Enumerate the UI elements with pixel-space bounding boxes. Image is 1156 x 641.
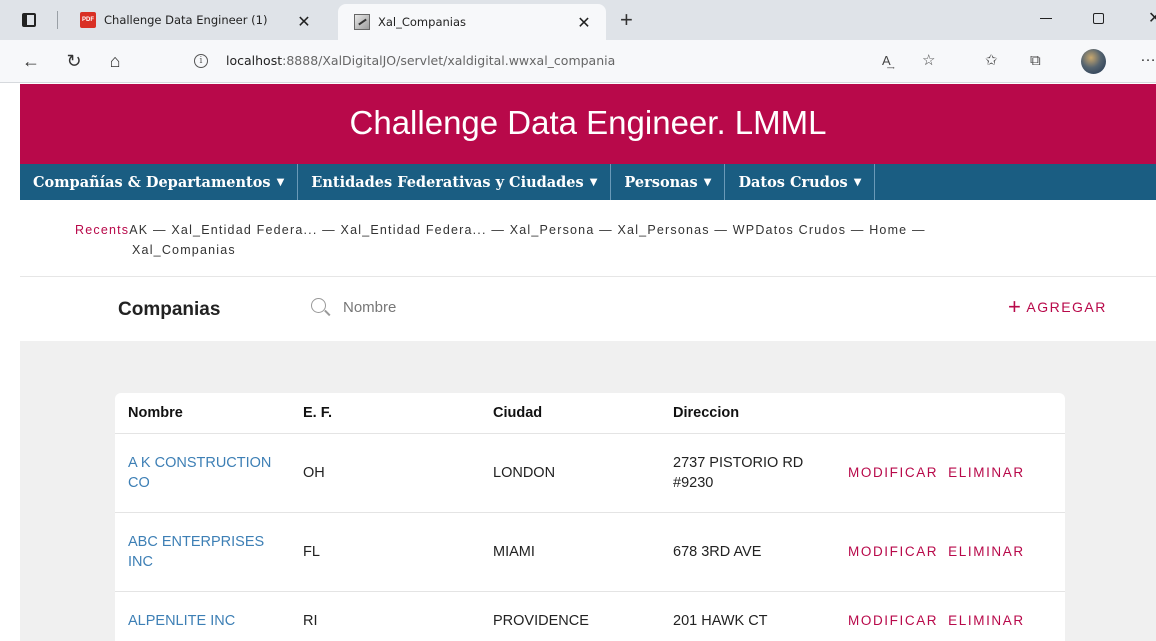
add-favorite-icon[interactable]: ☆ <box>922 52 935 70</box>
column-header-actions <box>835 393 1065 434</box>
close-window-icon[interactable]: ✕ <box>1148 8 1156 28</box>
tab-separator <box>57 11 58 29</box>
close-tab-icon[interactable]: ✕ <box>576 13 592 33</box>
cell-direccion: 201 HAWK CT <box>673 613 768 630</box>
companias-grid: Nombre E. F. Ciudad Direccion A K CONSTR… <box>115 393 1065 641</box>
app-title: Challenge Data Engineer. LMML <box>349 104 827 141</box>
search-icon <box>311 298 326 313</box>
reload-icon[interactable]: ↻ <box>63 50 85 72</box>
menu-companias-departamentos[interactable]: Compañías & Departamentos ▼ <box>20 164 299 200</box>
row-actions: MODIFICAR ELIMINAR <box>835 433 1065 513</box>
breadcrumb-trail[interactable]: AK — Xal_Entidad Federa... — Xal_Entidad… <box>129 223 925 237</box>
caret-down-icon: ▼ <box>853 176 862 188</box>
menu-item-label: Entidades Federativas y Ciudades <box>311 173 584 191</box>
collections-icon[interactable]: ⧉ <box>1030 52 1041 70</box>
list-toolbar: Companias + AGREGAR <box>20 277 1156 341</box>
minimize-window-icon[interactable] <box>1040 18 1052 19</box>
table-header-row: Nombre E. F. Ciudad Direccion <box>115 393 1065 434</box>
url-text[interactable]: localhost:8888/XalDigitalJO/servlet/xald… <box>226 53 615 68</box>
cell-ef: RI <box>303 613 318 630</box>
plus-icon: + <box>1008 294 1023 319</box>
cell-direccion: 678 3RD AVE <box>660 512 835 592</box>
url-field[interactable]: i localhost:8888/XalDigitalJO/servlet/xa… <box>140 46 960 77</box>
companias-table: Nombre E. F. Ciudad Direccion A K CONSTR… <box>115 393 1065 641</box>
restore-window-icon[interactable] <box>1093 13 1104 24</box>
browser-tab-active[interactable]: Xal_Companias ✕ <box>338 4 606 40</box>
read-aloud-icon[interactable]: A͢ <box>882 52 891 70</box>
modify-button[interactable]: MODIFICAR <box>848 465 938 480</box>
caret-down-icon: ▼ <box>703 176 712 188</box>
home-icon[interactable]: ⌂ <box>104 50 126 72</box>
row-actions: MODIFICAR ELIMINAR <box>835 512 1065 592</box>
pdf-icon: PDF <box>80 12 96 28</box>
delete-button[interactable]: ELIMINAR <box>948 613 1025 628</box>
browser-tab-pdf[interactable]: PDF Challenge Data Engineer (1) (1) ( ✕ <box>64 6 332 34</box>
menu-item-label: Compañías & Departamentos <box>33 173 271 191</box>
column-header-ciudad[interactable]: Ciudad <box>480 393 660 434</box>
close-tab-icon[interactable]: ✕ <box>296 12 312 32</box>
table-row: A K CONSTRUCTION CO OH LONDON 2737 PISTO… <box>115 433 1065 513</box>
column-header-nombre[interactable]: Nombre <box>115 393 290 434</box>
profile-avatar[interactable] <box>1081 49 1106 74</box>
browser-tab-bar: PDF Challenge Data Engineer (1) (1) ( ✕ … <box>0 0 1156 40</box>
cell-ef: FL <box>290 512 480 592</box>
column-header-ef[interactable]: E. F. <box>290 393 480 434</box>
new-tab-button[interactable]: + <box>620 7 633 33</box>
menu-entidades-ciudades[interactable]: Entidades Federativas y Ciudades ▼ <box>298 164 612 200</box>
web-page: Challenge Data Engineer. LMML Compañías … <box>0 84 1156 641</box>
company-name-link[interactable]: A K CONSTRUCTION CO <box>128 455 271 491</box>
menu-datos-crudos[interactable]: Datos Crudos ▼ <box>725 164 876 200</box>
delete-button[interactable]: ELIMINAR <box>948 544 1025 559</box>
menu-personas[interactable]: Personas ▼ <box>611 164 726 200</box>
tab-title: Xal_Companias <box>378 15 467 29</box>
add-button[interactable]: + AGREGAR <box>1008 294 1107 319</box>
address-bar: ← ↻ ⌂ i localhost:8888/XalDigitalJO/serv… <box>0 40 1156 83</box>
recents-label: Recents <box>75 223 130 237</box>
favorites-icon[interactable]: ✩ <box>985 52 998 70</box>
search-input[interactable] <box>343 295 593 319</box>
company-name-link[interactable]: ABC ENTERPRISES INC <box>128 534 264 570</box>
menu-item-label: Datos Crudos <box>738 173 848 191</box>
caret-down-icon: ▼ <box>276 176 285 188</box>
caret-down-icon: ▼ <box>589 176 598 188</box>
add-button-label: AGREGAR <box>1026 299 1107 315</box>
search-box <box>311 295 611 323</box>
modify-button[interactable]: MODIFICAR <box>848 613 938 628</box>
tab-actions-icon[interactable] <box>22 13 36 27</box>
table-row: ALPENLITE INC RI PROVIDENCE 201 HAWK CT … <box>115 591 1065 641</box>
menu-item-label: Personas <box>624 173 698 191</box>
url-path: :8888/XalDigitalJO/servlet/xaldigital.ww… <box>282 53 616 68</box>
column-header-direccion[interactable]: Direccion <box>660 393 835 434</box>
main-menu: Compañías & Departamentos ▼ Entidades Fe… <box>20 164 1156 200</box>
cell-direccion: 2737 PISTORIO RD #9230 <box>660 433 835 513</box>
site-info-icon[interactable]: i <box>194 54 208 68</box>
cell-ciudad: LONDON <box>480 433 660 513</box>
url-host: localhost <box>226 53 283 68</box>
cell-ef: OH <box>290 433 480 513</box>
more-options-icon[interactable]: … <box>1140 48 1156 66</box>
company-name-link[interactable]: ALPENLITE INC <box>128 613 235 629</box>
table-row: ABC ENTERPRISES INC FL MIAMI 678 3RD AVE… <box>115 512 1065 592</box>
tab-title: Challenge Data Engineer (1) (1) ( <box>104 13 272 27</box>
row-actions: MODIFICAR ELIMINAR <box>835 591 1065 641</box>
page-title: Companias <box>118 299 221 320</box>
site-favicon-icon <box>354 14 370 30</box>
modify-button[interactable]: MODIFICAR <box>848 544 938 559</box>
app-header: Challenge Data Engineer. LMML <box>20 84 1156 164</box>
back-arrow-icon[interactable]: ← <box>20 50 42 72</box>
delete-button[interactable]: ELIMINAR <box>948 465 1025 480</box>
breadcrumb-current[interactable]: Xal_Companias <box>75 240 1085 260</box>
recents-breadcrumb: RecentsAK — Xal_Entidad Federa... — Xal_… <box>75 220 1085 260</box>
cell-ciudad: MIAMI <box>480 512 660 592</box>
cell-ciudad: PROVIDENCE <box>493 613 589 630</box>
